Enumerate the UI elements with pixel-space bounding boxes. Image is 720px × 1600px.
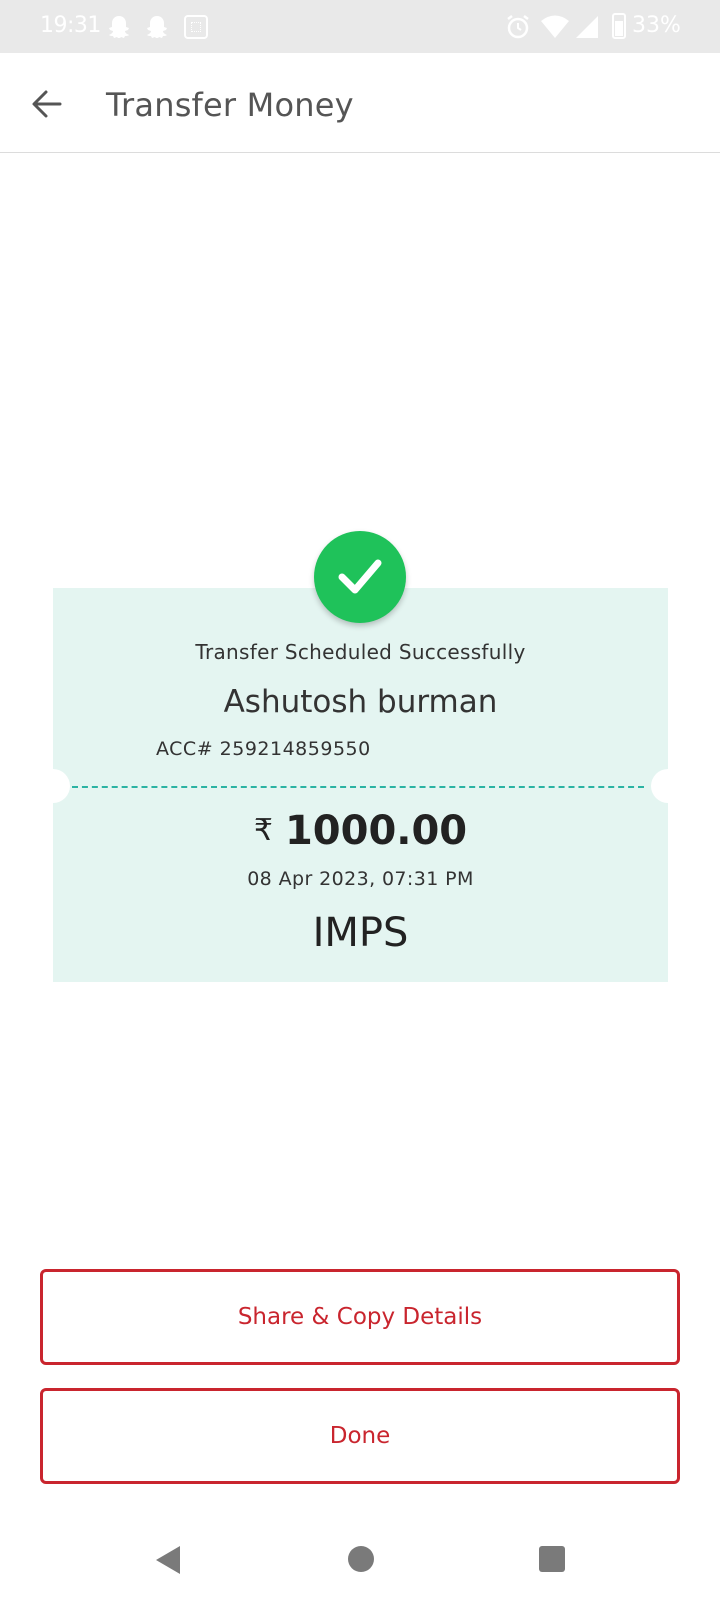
account-number: ACC# 259214859550 xyxy=(156,738,371,760)
status-message: Transfer Scheduled Successfully xyxy=(195,640,526,664)
transfer-mode: IMPS xyxy=(312,910,409,956)
message-icon xyxy=(184,15,208,39)
transaction-datetime: 08 Apr 2023, 07:31 PM xyxy=(247,868,474,890)
app-bar: Transfer Money xyxy=(0,53,720,153)
alarm-icon xyxy=(507,15,529,39)
payee-name: Ashutosh burman xyxy=(223,684,498,720)
done-button[interactable]: Done xyxy=(40,1388,680,1484)
success-check-badge xyxy=(314,531,406,623)
arrow-left-icon[interactable] xyxy=(30,87,64,121)
wifi-icon xyxy=(541,15,569,38)
share-copy-details-button[interactable]: Share & Copy Details xyxy=(40,1269,680,1365)
page-title: Transfer Money xyxy=(106,86,354,124)
amount-row: ₹1000.00 xyxy=(53,808,668,854)
status-time: 19:31 xyxy=(40,13,101,38)
back-triangle-icon[interactable] xyxy=(154,1544,182,1576)
receipt-notch-left xyxy=(36,769,70,803)
transfer-receipt-card: Transfer Scheduled Successfully Ashutosh… xyxy=(36,588,685,982)
snapchat-icon xyxy=(109,16,129,38)
transfer-amount: 1000.00 xyxy=(284,808,468,854)
battery-icon xyxy=(612,13,626,39)
status-bar: 19:31 33% xyxy=(0,0,720,53)
battery-level: 33% xyxy=(632,13,681,38)
receipt-divider xyxy=(72,786,644,788)
check-icon xyxy=(338,559,382,594)
snapchat-icon xyxy=(147,16,167,38)
home-circle-icon[interactable] xyxy=(348,1546,374,1572)
recents-square-icon[interactable] xyxy=(539,1546,565,1572)
signal-icon xyxy=(576,16,598,38)
receipt-notch-right xyxy=(651,769,685,803)
currency-symbol: ₹ xyxy=(253,813,273,848)
